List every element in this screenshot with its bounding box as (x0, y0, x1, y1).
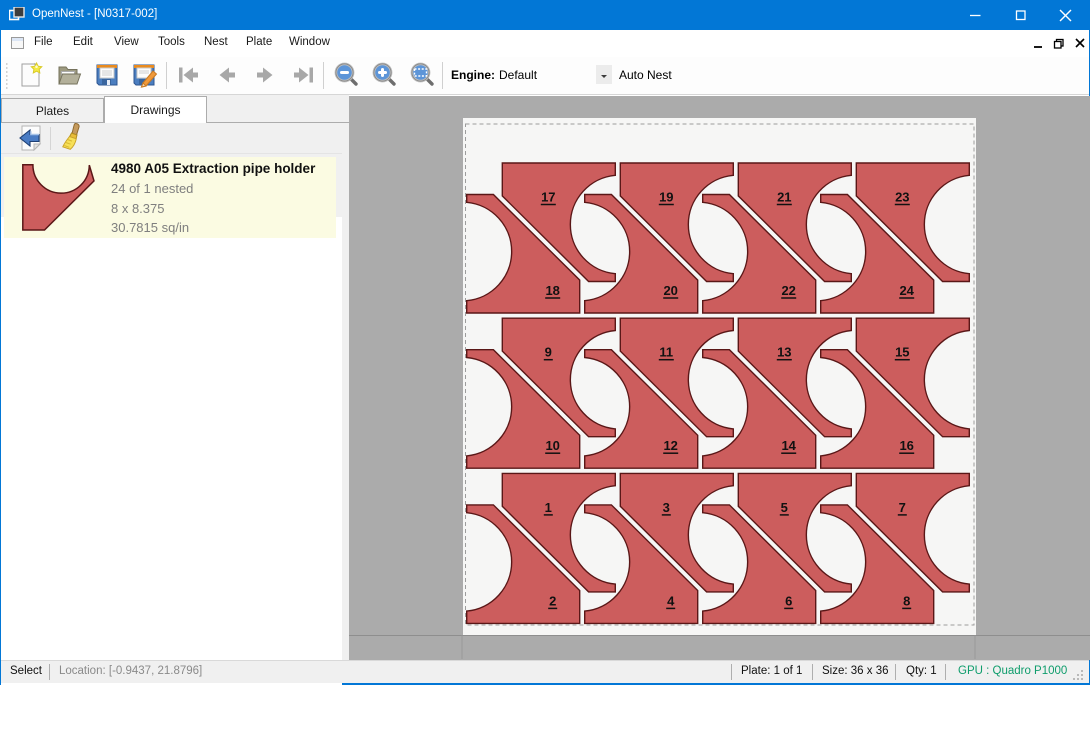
svg-text:21: 21 (777, 190, 791, 205)
svg-text:17: 17 (541, 190, 555, 205)
svg-text:20: 20 (663, 283, 677, 298)
svg-text:15: 15 (895, 345, 909, 360)
svg-text:1: 1 (545, 500, 552, 515)
svg-text:24: 24 (899, 283, 914, 298)
svg-text:14: 14 (781, 438, 796, 453)
svg-text:2: 2 (549, 593, 556, 608)
svg-text:3: 3 (663, 500, 670, 515)
svg-text:23: 23 (895, 190, 909, 205)
svg-text:10: 10 (545, 438, 559, 453)
svg-text:11: 11 (659, 345, 673, 360)
svg-text:18: 18 (545, 283, 559, 298)
svg-text:6: 6 (785, 593, 792, 608)
svg-text:16: 16 (899, 438, 913, 453)
svg-text:9: 9 (545, 345, 552, 360)
svg-text:12: 12 (663, 438, 677, 453)
svg-text:7: 7 (899, 500, 906, 515)
svg-text:13: 13 (777, 345, 791, 360)
svg-text:5: 5 (781, 500, 788, 515)
svg-text:8: 8 (903, 593, 910, 608)
svg-text:4: 4 (667, 593, 675, 608)
svg-text:19: 19 (659, 190, 673, 205)
svg-text:22: 22 (781, 283, 795, 298)
